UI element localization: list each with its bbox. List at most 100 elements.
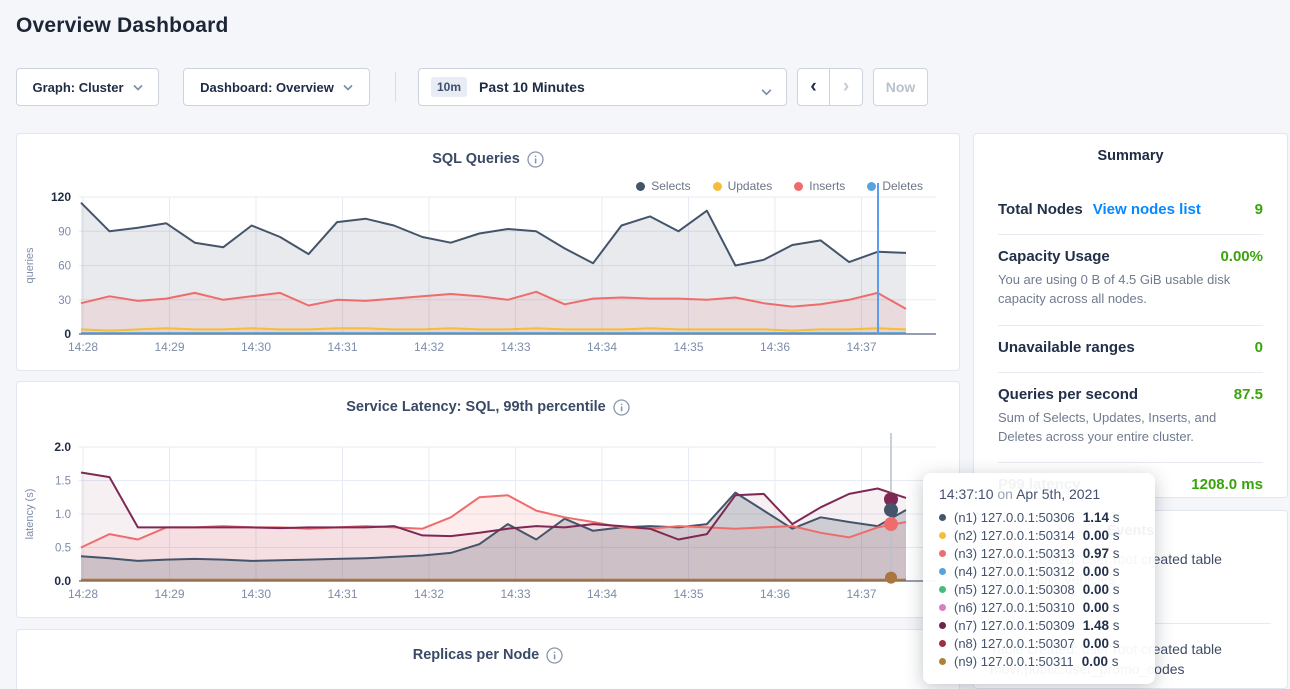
time-range-dropdown[interactable]: 10m Past 10 Minutes — [418, 68, 787, 106]
x-tick-label: 14:34 — [587, 587, 617, 601]
node-address: (n5) 127.0.0.1:50308 — [954, 582, 1075, 597]
y-tick-label: 0.5 — [55, 543, 71, 555]
node-series-dot — [939, 658, 946, 665]
tooltip-timestamp: 14:37:10 on Apr 5th, 2021 — [939, 486, 1139, 502]
time-next-button[interactable]: › — [830, 69, 862, 105]
y-tick-label: 30 — [58, 295, 71, 307]
now-button[interactable]: Now — [873, 68, 928, 106]
graph-dropdown[interactable]: Graph: Cluster — [16, 68, 159, 106]
tooltip-node-row: (n1) 127.0.0.1:503061.14 s — [939, 508, 1139, 526]
hover-point-dot — [885, 572, 897, 584]
tooltip-node-row: (n5) 127.0.0.1:50308 0.00 s — [939, 580, 1139, 598]
unavailable-value: 0 — [1255, 339, 1263, 356]
node-address: (n3) 127.0.0.1:50313 — [954, 546, 1075, 561]
node-address: (n8) 127.0.0.1:50307 — [954, 636, 1075, 651]
y-tick-label: 1.5 — [55, 476, 71, 488]
y-tick-label: 0 — [64, 327, 71, 341]
node-latency-unit: s — [1109, 582, 1120, 597]
capacity-label: Capacity Usage — [998, 248, 1110, 265]
node-latency-value: 0.00 s — [1083, 600, 1120, 615]
node-series-dot — [939, 514, 946, 521]
service-latency-card: Service Latency: SQL, 99th percentile 14… — [16, 381, 960, 618]
x-tick-label: 14:29 — [154, 587, 184, 601]
y-tick-label: 0.0 — [54, 574, 71, 588]
time-range-label: Past 10 Minutes — [479, 79, 585, 95]
node-latency-value: 1.14 s — [1083, 510, 1120, 525]
p99-value: 1208.0 ms — [1191, 476, 1263, 493]
info-icon[interactable] — [546, 647, 563, 664]
qps-desc: Sum of Selects, Updates, Inserts, and De… — [998, 409, 1263, 447]
node-series-dot — [939, 532, 946, 539]
x-tick-label: 14:33 — [500, 340, 530, 354]
tooltip-node-row: (n6) 127.0.0.1:50310 0.00 s — [939, 598, 1139, 616]
tooltip-node-row: (n4) 127.0.0.1:50312 0.00 s — [939, 562, 1139, 580]
node-latency-unit: s — [1109, 600, 1120, 615]
node-latency-unit: s — [1109, 636, 1120, 651]
summary-row-total-nodes: Total Nodes View nodes list 9 — [998, 188, 1263, 235]
node-latency-value: 0.00 s — [1083, 636, 1120, 651]
y-tick-label: 90 — [58, 226, 71, 238]
tooltip-node-row: (n2) 127.0.0.1:50314 0.00 s — [939, 526, 1139, 544]
node-series-dot — [939, 604, 946, 611]
summary-heading: Summary — [974, 134, 1287, 164]
dashboard-dropdown[interactable]: Dashboard: Overview — [183, 68, 370, 106]
y-tick-label: 120 — [51, 190, 71, 204]
y-axis-unit-label: queries — [24, 247, 36, 284]
node-latency-value: 0.00 s — [1083, 564, 1120, 579]
sql-queries-chart[interactable]: 14:2814:2914:3014:3114:3214:3314:3414:35… — [17, 134, 961, 372]
capacity-value: 0.00% — [1220, 248, 1263, 265]
summary-row-qps: Queries per second 87.5 Sum of Selects, … — [998, 373, 1263, 464]
node-latency-value: 0.97 s — [1083, 546, 1120, 561]
node-latency-unit: s — [1109, 510, 1120, 525]
chevron-down-icon — [761, 84, 772, 99]
node-series-dot — [939, 550, 946, 557]
tooltip-node-row: (n8) 127.0.0.1:50307 0.00 s — [939, 634, 1139, 652]
x-tick-label: 14:33 — [500, 587, 530, 601]
qps-value: 87.5 — [1234, 386, 1263, 403]
x-tick-label: 14:31 — [327, 587, 357, 601]
service-latency-chart[interactable]: 14:2814:2914:3014:3114:3214:3314:3414:35… — [17, 382, 961, 619]
sql-queries-card: SQL Queries SelectsUpdatesInsertsDeletes… — [16, 133, 960, 371]
summary-row-capacity: Capacity Usage 0.00% You are using 0 B o… — [998, 235, 1263, 326]
toolbar-divider — [395, 72, 396, 102]
qps-label: Queries per second — [998, 386, 1138, 403]
node-address: (n6) 127.0.0.1:50310 — [954, 600, 1075, 615]
node-latency-value: 1.48 s — [1083, 618, 1120, 633]
node-series-dot — [939, 586, 946, 593]
y-tick-label: 2.0 — [54, 440, 71, 454]
hover-point-dot — [884, 517, 898, 531]
y-tick-label: 1.0 — [55, 509, 71, 521]
x-tick-label: 14:37 — [846, 340, 876, 354]
hover-point-dot — [884, 503, 898, 517]
time-prev-button[interactable]: ‹ — [798, 69, 830, 105]
page-title: Overview Dashboard — [16, 14, 229, 38]
node-address: (n7) 127.0.0.1:50309 — [954, 618, 1075, 633]
total-nodes-label: Total Nodes — [998, 201, 1083, 218]
x-tick-label: 14:35 — [673, 587, 703, 601]
x-tick-label: 14:28 — [68, 587, 98, 601]
view-nodes-list-link[interactable]: View nodes list — [1093, 201, 1201, 218]
node-address: (n2) 127.0.0.1:50314 — [954, 528, 1075, 543]
node-latency-unit: s — [1109, 546, 1120, 561]
unavailable-label: Unavailable ranges — [998, 339, 1135, 356]
x-tick-label: 14:29 — [154, 340, 184, 354]
y-axis-unit-label: latency (s) — [24, 489, 36, 540]
x-tick-label: 14:30 — [241, 340, 271, 354]
node-latency-unit: s — [1109, 618, 1120, 633]
chart-hover-tooltip: 14:37:10 on Apr 5th, 2021 (n1) 127.0.0.1… — [923, 473, 1155, 684]
x-tick-label: 14:30 — [241, 587, 271, 601]
x-tick-label: 14:36 — [760, 587, 790, 601]
x-tick-label: 14:28 — [68, 340, 98, 354]
node-latency-value: 0.00 s — [1083, 582, 1120, 597]
tooltip-node-row: (n9) 127.0.0.1:503110.00 s — [939, 652, 1139, 670]
graph-dropdown-label: Graph: Cluster — [32, 80, 123, 95]
node-series-dot — [939, 568, 946, 575]
node-latency-value: 0.00 s — [1083, 528, 1120, 543]
node-address: (n4) 127.0.0.1:50312 — [954, 564, 1075, 579]
chevron-down-icon — [343, 84, 353, 91]
x-tick-label: 14:32 — [414, 340, 444, 354]
tooltip-node-row: (n7) 127.0.0.1:50309 1.48 s — [939, 616, 1139, 634]
node-latency-unit: s — [1109, 528, 1120, 543]
x-tick-label: 14:31 — [327, 340, 357, 354]
total-nodes-value: 9 — [1255, 201, 1263, 218]
